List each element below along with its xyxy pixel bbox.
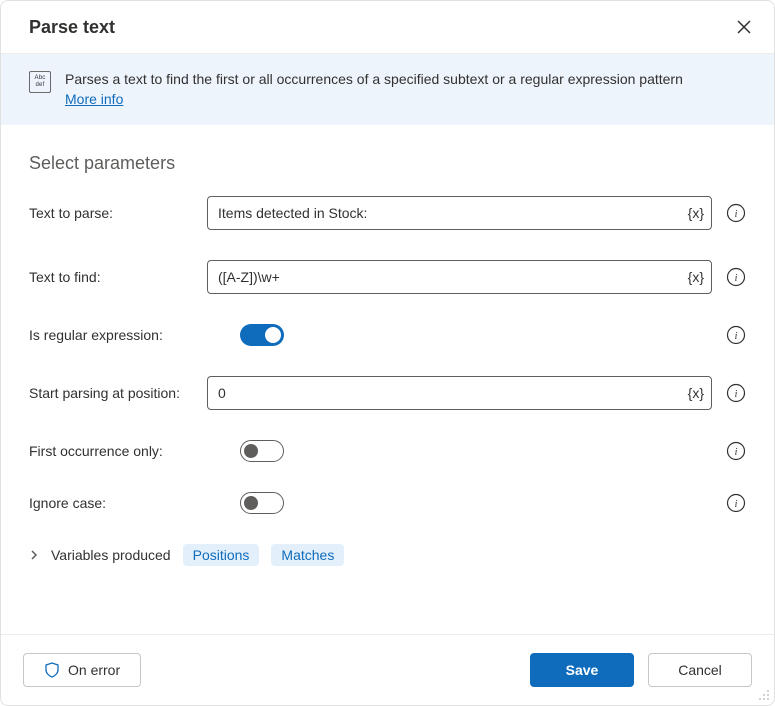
row-start-position: Start parsing at position: {x} i	[29, 376, 746, 410]
cancel-label: Cancel	[678, 662, 722, 678]
text-to-parse-input[interactable]	[207, 196, 712, 230]
abc-def-icon: Abc def	[29, 71, 51, 93]
label-first-occurrence: First occurrence only:	[29, 443, 207, 459]
shield-icon	[44, 662, 60, 678]
first-occurrence-toggle[interactable]	[240, 440, 284, 462]
close-icon	[737, 20, 751, 34]
chevron-right-icon[interactable]	[29, 550, 39, 560]
row-text-to-parse: Text to parse: {x} i	[29, 196, 746, 230]
dialog-footer: On error Save Cancel	[1, 634, 774, 705]
banner-description: Parses a text to find the first or all o…	[65, 71, 683, 87]
info-icon[interactable]: i	[726, 493, 746, 513]
text-to-find-input[interactable]	[207, 260, 712, 294]
on-error-label: On error	[68, 662, 120, 678]
close-button[interactable]	[730, 13, 758, 41]
row-is-regex: Is regular expression: i	[29, 324, 746, 346]
svg-text:i: i	[735, 447, 738, 458]
start-position-input[interactable]	[207, 376, 712, 410]
banner-text: Parses a text to find the first or all o…	[65, 70, 683, 109]
label-start-position: Start parsing at position:	[29, 385, 207, 401]
cancel-button[interactable]: Cancel	[648, 653, 752, 687]
parse-text-dialog: Parse text Abc def Parses a text to find…	[0, 0, 775, 706]
on-error-button[interactable]: On error	[23, 653, 141, 687]
label-is-regex: Is regular expression:	[29, 327, 207, 343]
variables-produced-label[interactable]: Variables produced	[51, 547, 171, 563]
variable-pill-matches[interactable]: Matches	[271, 544, 344, 566]
dialog-content: Select parameters Text to parse: {x} i T…	[1, 125, 774, 634]
save-label: Save	[566, 662, 599, 678]
label-ignore-case: Ignore case:	[29, 495, 207, 511]
info-icon[interactable]: i	[726, 325, 746, 345]
svg-text:i: i	[735, 499, 738, 510]
info-icon[interactable]: i	[726, 203, 746, 223]
svg-text:i: i	[735, 389, 738, 400]
row-first-occurrence: First occurrence only: i	[29, 440, 746, 462]
info-icon[interactable]: i	[726, 267, 746, 287]
variables-produced-row: Variables produced Positions Matches	[29, 544, 746, 566]
info-icon[interactable]: i	[726, 441, 746, 461]
dialog-header: Parse text	[1, 1, 774, 54]
more-info-link[interactable]: More info	[65, 91, 123, 107]
dialog-title: Parse text	[29, 17, 115, 38]
variable-pill-positions[interactable]: Positions	[183, 544, 260, 566]
svg-text:i: i	[735, 273, 738, 284]
svg-text:i: i	[735, 209, 738, 220]
info-icon[interactable]: i	[726, 383, 746, 403]
save-button[interactable]: Save	[530, 653, 634, 687]
resize-grip-icon[interactable]	[758, 689, 770, 701]
row-ignore-case: Ignore case: i	[29, 492, 746, 514]
label-text-to-find: Text to find:	[29, 269, 207, 285]
svg-text:i: i	[735, 331, 738, 342]
is-regex-toggle[interactable]	[240, 324, 284, 346]
description-banner: Abc def Parses a text to find the first …	[1, 54, 774, 125]
ignore-case-toggle[interactable]	[240, 492, 284, 514]
section-heading: Select parameters	[29, 153, 746, 174]
row-text-to-find: Text to find: {x} i	[29, 260, 746, 294]
label-text-to-parse: Text to parse:	[29, 205, 207, 221]
